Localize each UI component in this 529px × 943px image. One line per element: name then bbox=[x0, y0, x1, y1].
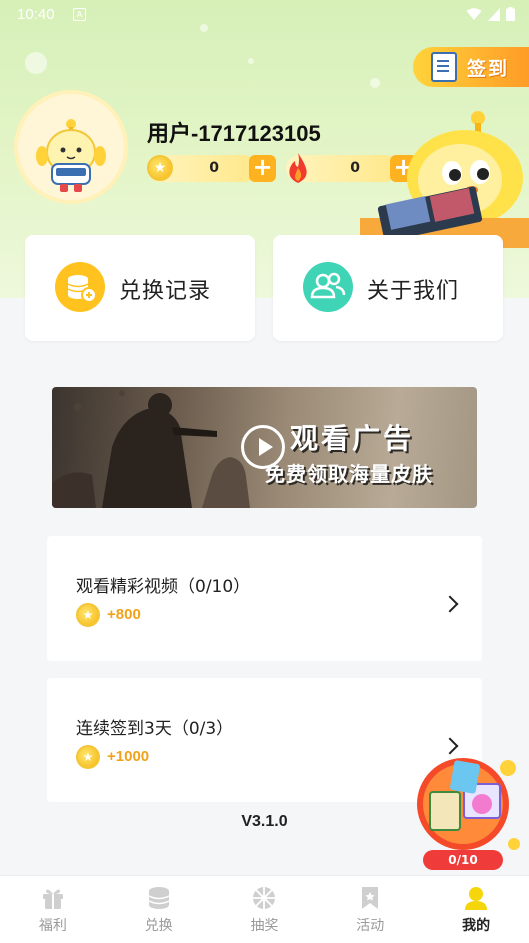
mascot-avatar-icon bbox=[36, 119, 106, 192]
tab-label: 我的 bbox=[462, 918, 491, 934]
battery-icon bbox=[506, 7, 515, 21]
tab-activity[interactable]: 活动 bbox=[317, 876, 423, 943]
coin-balance-value: 0 bbox=[209, 160, 219, 176]
coins-icon bbox=[148, 887, 170, 909]
task-title: 观看精彩视频（0/10） bbox=[76, 577, 251, 597]
watch-ad-banner[interactable]: 观看广告 免费领取海量皮肤 bbox=[52, 387, 477, 508]
about-us-card[interactable]: 关于我们 bbox=[273, 235, 503, 341]
sparkle-decoration bbox=[25, 52, 47, 74]
chevron-right-icon bbox=[441, 595, 459, 613]
coin-icon: ★ bbox=[147, 155, 173, 181]
coin-icon: ★ bbox=[76, 745, 100, 769]
gift-box-icon bbox=[417, 758, 520, 850]
banner-title: 观看广告 bbox=[290, 422, 415, 455]
status-icons bbox=[466, 7, 515, 21]
notification-icon: A bbox=[73, 8, 86, 21]
checkin-doc-icon bbox=[431, 52, 457, 82]
tab-label: 兑换 bbox=[144, 918, 173, 934]
profile-icon bbox=[465, 887, 488, 910]
bookmark-icon bbox=[362, 887, 379, 909]
users-icon bbox=[303, 262, 353, 312]
status-time: 10:40 bbox=[17, 6, 55, 23]
tab-mine[interactable]: 我的 bbox=[423, 876, 529, 943]
gift-progress-badge: 0/10 bbox=[423, 850, 503, 870]
tab-label: 活动 bbox=[356, 918, 385, 934]
task-title: 连续签到3天（0/3） bbox=[76, 719, 234, 739]
tab-welfare[interactable]: 福利 bbox=[0, 876, 106, 943]
bottom-tab-bar: 福利 兑换 抽奖 活动 我的 bbox=[0, 875, 529, 943]
status-bar: 10:40 A bbox=[0, 0, 529, 30]
floating-gift-button[interactable]: 0/10 bbox=[412, 752, 522, 872]
fire-icon bbox=[289, 153, 307, 183]
checkin-label: 签到 bbox=[467, 57, 510, 80]
avatar[interactable] bbox=[14, 90, 128, 204]
wheel-icon bbox=[253, 887, 276, 909]
add-coins-button[interactable]: + bbox=[249, 155, 276, 182]
mascot-reading-illustration bbox=[360, 111, 529, 248]
coin-stack-icon bbox=[55, 262, 105, 312]
tab-lottery[interactable]: 抽奖 bbox=[212, 876, 318, 943]
coin-icon: ★ bbox=[76, 603, 100, 627]
wifi-icon bbox=[466, 7, 482, 20]
tab-exchange[interactable]: 兑换 bbox=[106, 876, 212, 943]
tab-label: 抽奖 bbox=[250, 918, 279, 934]
task-reward: +800 bbox=[107, 606, 141, 623]
task-reward: +1000 bbox=[107, 748, 150, 765]
checkin-button[interactable]: 签到 bbox=[413, 47, 529, 87]
banner-subtitle: 免费领取海量皮肤 bbox=[265, 462, 433, 486]
fire-balance-value: 0 bbox=[350, 160, 360, 176]
sparkle-decoration bbox=[248, 58, 254, 64]
gift-icon bbox=[42, 889, 63, 909]
exchange-records-card[interactable]: 兑换记录 bbox=[25, 235, 255, 341]
about-us-label: 关于我们 bbox=[367, 279, 460, 304]
signal-icon bbox=[488, 7, 500, 21]
sparkle-decoration bbox=[370, 78, 380, 88]
username: 用户-1717123105 bbox=[147, 121, 321, 146]
task-watch-video[interactable]: 观看精彩视频（0/10） ★ +800 bbox=[47, 536, 482, 661]
exchange-records-label: 兑换记录 bbox=[119, 279, 212, 304]
tab-label: 福利 bbox=[38, 918, 67, 934]
